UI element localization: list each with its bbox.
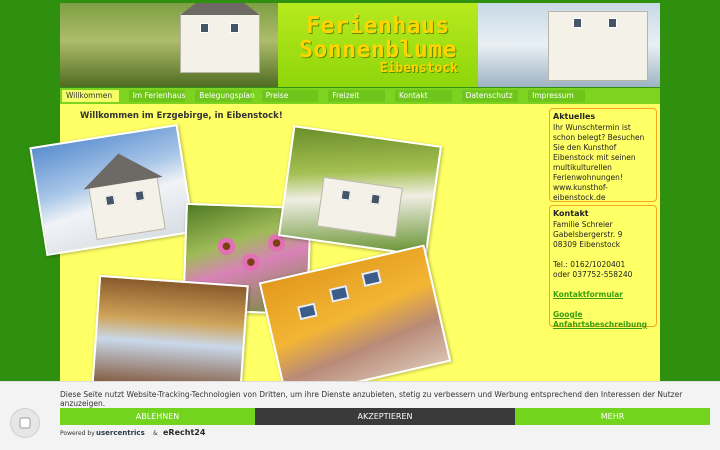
site-logo[interactable]: Ferienhaus Sonnenblume Eibenstock	[278, 3, 478, 87]
ampersand-text: &	[153, 430, 158, 437]
news-box: Aktuelles Ihr Wunschtermin ist schon bel…	[549, 108, 657, 202]
cookie-banner-text: Diese Seite nutzt Website-Tracking-Techn…	[60, 390, 683, 408]
nav-item-kontakt[interactable]: Kontakt	[393, 88, 460, 104]
contact-street: Gabelsbergerstr. 9	[553, 230, 623, 239]
house-illustration	[316, 176, 403, 238]
privacy-settings-icon[interactable]	[10, 408, 40, 438]
roof-illustration	[180, 3, 260, 15]
erecht24-label: eRecht24	[163, 428, 206, 437]
fingerprint-icon	[19, 417, 31, 429]
window-shape	[608, 18, 617, 28]
more-button[interactable]: MEHR	[515, 408, 710, 425]
contact-name: Familie Schreier	[553, 220, 613, 229]
nav-item-im-ferienhaus[interactable]: Im Ferienhaus	[127, 88, 194, 104]
house-illustration	[180, 13, 260, 73]
photo-winter-house	[29, 123, 195, 257]
window-shape	[573, 18, 582, 28]
nav-label: Kontakt	[398, 91, 428, 100]
contact-title: Kontakt	[553, 209, 589, 218]
powered-by-label: Powered by	[60, 430, 95, 437]
window-shape	[230, 23, 239, 33]
cookie-banner: Diese Seite nutzt Website-Tracking-Techn…	[0, 381, 720, 450]
picture-frame-shape	[328, 284, 350, 303]
window-shape	[340, 189, 351, 201]
logo-subtitle: Eibenstock	[379, 61, 458, 76]
window-shape	[370, 193, 381, 205]
contact-city: 08309 Eibenstock	[553, 240, 621, 249]
house-illustration	[548, 11, 648, 81]
flower-shape	[240, 251, 262, 273]
nav-label: Impressum	[532, 91, 574, 100]
site-header: Ferienhaus Sonnenblume Eibenstock	[60, 3, 660, 87]
header-photo-summer-house	[60, 3, 278, 87]
contact-box: Kontakt Familie Schreier Gabelsbergerstr…	[549, 205, 657, 330]
erecht24-logo[interactable]: eRecht24	[163, 428, 205, 437]
logo-title-line2: Sonnenblume	[299, 37, 457, 63]
accept-button[interactable]: AKZEPTIEREN	[255, 408, 515, 425]
deny-button[interactable]: ABLEHNEN	[60, 408, 255, 425]
window-shape	[200, 23, 209, 33]
contact-phone-alt: oder 037752-558240	[553, 270, 633, 279]
nav-item-impressum[interactable]: Impressum	[526, 88, 593, 104]
nav-label: Preise	[265, 91, 289, 100]
contact-phone: Tel.: 0162/1020401	[553, 260, 626, 269]
flower-shape	[216, 235, 237, 257]
header-photo-winter-house	[478, 3, 660, 87]
nav-label: Belegungsplan	[199, 91, 255, 100]
logo-title-line1: Ferienhaus	[306, 13, 450, 39]
usercentrics-logo[interactable]: usercentrics	[96, 429, 145, 437]
nav-item-datenschutz[interactable]: Datenschutz	[460, 88, 527, 104]
window-shape	[134, 190, 145, 202]
contact-form-link[interactable]: Kontaktformular	[553, 290, 653, 300]
nav-label: Im Ferienhaus	[132, 91, 186, 100]
window-shape	[104, 194, 116, 207]
nav-label: Datenschutz	[465, 91, 513, 100]
news-text: Ihr Wunschtermin ist schon belegt? Besuc…	[553, 123, 645, 202]
nav-label: Freizeit	[332, 91, 360, 100]
nav-item-willkommen[interactable]: Willkommen	[60, 88, 127, 104]
page-title: Willkommen im Erzgebirge, in Eibenstock!	[80, 111, 283, 121]
picture-frame-shape	[297, 302, 318, 321]
nav-item-preise[interactable]: Preise	[260, 88, 327, 104]
picture-frame-shape	[361, 269, 382, 287]
photo-summer-house	[277, 125, 443, 257]
nav-label: Willkommen	[66, 91, 113, 100]
nav-item-belegungsplan[interactable]: Belegungsplan	[193, 88, 260, 104]
news-title: Aktuelles	[553, 112, 596, 121]
nav-item-freizeit[interactable]: Freizeit	[326, 88, 393, 104]
main-navigation: Willkommen Im Ferienhaus Belegungsplan P…	[60, 88, 660, 104]
directions-link[interactable]: Google Anfahrtsbeschreibung	[553, 310, 653, 330]
